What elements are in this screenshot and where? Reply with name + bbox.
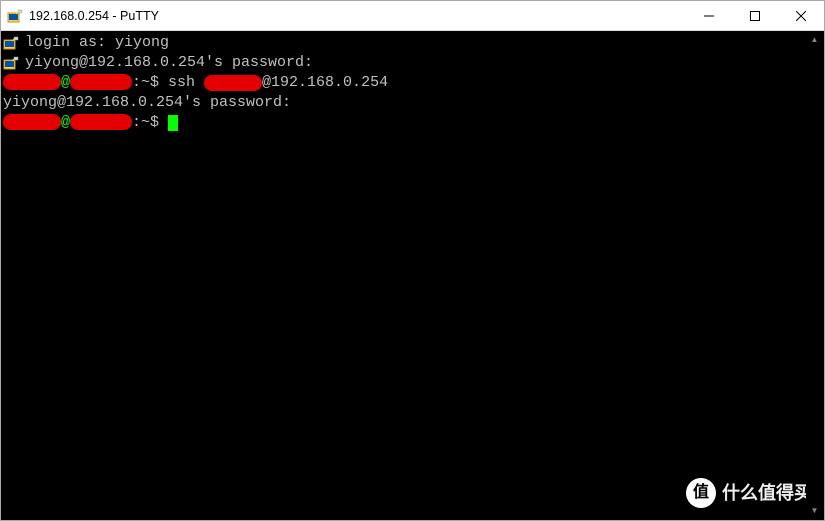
maximize-button[interactable] [732, 1, 778, 31]
terminal-line-5: @:~$ [3, 113, 822, 133]
watermark-text: 什么值得买 [722, 483, 812, 503]
scroll-down-icon[interactable]: ▼ [806, 502, 823, 519]
terminal-line-2: yiyong@192.168.0.254's password: [3, 53, 822, 73]
titlebar[interactable]: 192.168.0.254 - PuTTY [1, 1, 824, 31]
watermark: 值 什么值得买 [686, 478, 812, 508]
terminal-line-1: login as: yiyong [3, 33, 822, 53]
terminal-line-4: yiyong@192.168.0.254's password: [3, 93, 822, 113]
redacted-user [204, 75, 262, 91]
minimize-button[interactable] [686, 1, 732, 31]
window-title: 192.168.0.254 - PuTTY [29, 9, 686, 23]
session-icon [3, 35, 19, 51]
login-user: yiyong [115, 33, 169, 53]
putty-window: 192.168.0.254 - PuTTY login as: yiyong [0, 0, 825, 521]
close-button[interactable] [778, 1, 824, 31]
session-icon [3, 55, 19, 71]
prompt-user-redacted: @ [3, 73, 132, 93]
scrollbar[interactable]: ▲ ▼ [806, 31, 823, 519]
ssh-target: @192.168.0.254 [262, 73, 388, 93]
scroll-up-icon[interactable]: ▲ [806, 31, 823, 48]
watermark-badge: 值 [686, 478, 716, 508]
prompt-path: :~$ [132, 73, 168, 93]
login-prompt: login as: [25, 33, 115, 53]
scroll-track[interactable] [806, 48, 823, 502]
cursor [168, 115, 178, 131]
window-controls [686, 1, 824, 31]
password-prompt-1: yiyong@192.168.0.254's password: [25, 53, 313, 73]
terminal[interactable]: login as: yiyong yiyong@192.168.0.254's … [1, 31, 824, 520]
prompt-path-2: :~$ [132, 113, 168, 133]
ssh-command: ssh [168, 73, 204, 93]
password-prompt-2: yiyong@192.168.0.254's password: [3, 93, 291, 113]
putty-icon [7, 8, 23, 24]
terminal-line-3: @:~$ ssh @192.168.0.254 [3, 73, 822, 93]
prompt-user-redacted-2: @ [3, 113, 132, 133]
